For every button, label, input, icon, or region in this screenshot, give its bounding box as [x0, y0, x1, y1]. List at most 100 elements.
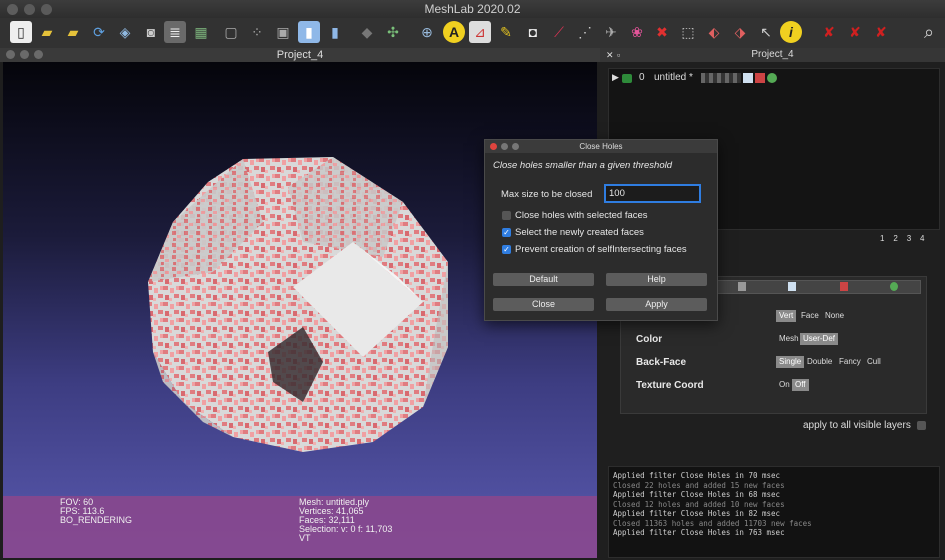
select-connected-icon[interactable]: ⬖ [703, 21, 725, 43]
close-button[interactable]: Close [493, 298, 594, 311]
texture-off-option[interactable]: Off [792, 379, 809, 391]
tab-texture-icon[interactable] [840, 282, 848, 291]
panel-float-icon[interactable]: ▫ [617, 48, 620, 62]
view-1-button[interactable]: 1 [880, 234, 884, 243]
texture-on-option[interactable]: On [776, 379, 793, 391]
log-console[interactable]: Applied filter Close Holes in 70 msec Cl… [608, 466, 940, 558]
dialog-zoom-button[interactable] [512, 143, 519, 150]
layer-texture-icon[interactable] [755, 73, 765, 83]
back-face-cull-option[interactable]: Cull [864, 356, 884, 368]
layer-panel-title-bar: ✕ ▫ Project_4 [600, 48, 945, 62]
texture-coord-label: Texture Coord [636, 380, 704, 391]
layer-color-icon[interactable] [767, 73, 777, 83]
export-icon[interactable]: ◈ [114, 21, 136, 43]
apply-button[interactable]: Apply [606, 298, 707, 311]
raster-icon[interactable]: ▦ [190, 21, 212, 43]
select-new-faces-checkbox[interactable]: ✓ [502, 228, 511, 237]
wireframe-icon[interactable]: ▣ [272, 21, 294, 43]
dialog-title: Close Holes [579, 142, 623, 151]
default-button[interactable]: Default [493, 273, 594, 286]
window-minimize-button[interactable] [24, 4, 35, 15]
dialog-title-bar: Close Holes [485, 140, 717, 153]
search-icon[interactable]: ⌕ [918, 21, 940, 43]
main-toolbar: ▯ ▰ ▰ ⟳ ◈ ◙ ≣ ▦ ▢ ⁘ ▣ ▮ ▮ ◆ ✣ ⊕ A ⊿ ✎ ◘ … [0, 18, 945, 49]
panel-minimize-button[interactable] [20, 50, 29, 59]
clear-selection-vert-icon[interactable]: ✘ [818, 21, 840, 43]
shading-none-option[interactable]: None [822, 310, 847, 322]
new-file-icon[interactable]: ▯ [10, 21, 32, 43]
tab-points-icon[interactable] [738, 282, 746, 291]
layers-icon[interactable]: ≣ [164, 21, 186, 43]
color-mesh-option[interactable]: Mesh [776, 333, 802, 345]
apply-all-checkbox[interactable] [916, 420, 926, 430]
measure-icon[interactable]: ⊿ [469, 21, 491, 43]
paint-icon[interactable]: ⟋ [548, 21, 570, 43]
delete-selection-icon[interactable]: ✖ [651, 21, 673, 43]
layer-row[interactable]: ▶ 0 untitled * [609, 71, 939, 86]
close-selected-label[interactable]: Close holes with selected faces [515, 210, 648, 221]
back-face-single-option[interactable]: Single [776, 356, 805, 368]
flat-shading-icon[interactable]: ▮ [298, 21, 320, 43]
max-size-input[interactable]: 100 [605, 185, 700, 202]
layer-name[interactable]: untitled * [654, 72, 693, 83]
back-face-label: Back-Face [636, 357, 687, 368]
shading-segmented: Vert Face None [776, 310, 856, 322]
layer-index: 0 [639, 72, 645, 83]
info-icon[interactable]: i [780, 21, 802, 43]
select-tool-icon[interactable]: ✈ [600, 21, 622, 43]
camera-icon[interactable]: ◘ [522, 21, 544, 43]
view-2-button[interactable]: 2 [893, 234, 897, 243]
close-selected-checkbox[interactable] [502, 211, 511, 220]
view-4-button[interactable]: 4 [920, 234, 924, 243]
hud-selection: Selection: v: 0 f: 11,703 [299, 524, 393, 534]
clear-selection-face-icon[interactable]: ✘ [844, 21, 866, 43]
clear-selection-all-icon[interactable]: ✘ [870, 21, 892, 43]
select-faces-icon[interactable]: ⬚ [677, 21, 699, 43]
panel-close-icon[interactable]: ✕ [606, 48, 614, 62]
back-face-double-option[interactable]: Double [804, 356, 835, 368]
dialog-close-button[interactable] [490, 143, 497, 150]
color-userdef-option[interactable]: User-Def [800, 333, 839, 345]
window-close-button[interactable] [7, 4, 18, 15]
view-3-button[interactable]: 3 [907, 234, 911, 243]
tab-color-icon[interactable] [890, 282, 898, 291]
annotation-icon[interactable]: A [443, 21, 465, 43]
smooth-shading-icon[interactable]: ▮ [324, 21, 346, 43]
import-mesh-icon[interactable]: ▰ [62, 21, 84, 43]
log-line: Closed 22 holes and added 15 new faces [613, 480, 785, 490]
expand-arrow-icon[interactable]: ▶ [612, 72, 619, 83]
prevent-intersect-checkbox[interactable]: ✓ [502, 245, 511, 254]
align-icon[interactable]: ✎ [495, 21, 517, 43]
visibility-eye-icon[interactable] [622, 74, 632, 83]
select-vertices-icon[interactable]: ⋰ [574, 21, 596, 43]
shading-vert-option[interactable]: Vert [776, 310, 797, 322]
dialog-minimize-button[interactable] [501, 143, 508, 150]
panel-close-button[interactable] [6, 50, 15, 59]
lighting-icon[interactable]: ◆ [356, 21, 378, 43]
log-line: Applied filter Close Holes in 70 msec [613, 471, 781, 480]
window-zoom-button[interactable] [41, 4, 52, 15]
max-size-value: 100 [609, 188, 625, 199]
snapshot-icon[interactable]: ◙ [140, 21, 162, 43]
reload-icon[interactable]: ⟳ [88, 21, 110, 43]
points-icon[interactable]: ⁘ [246, 21, 268, 43]
apply-all-layers-option[interactable]: apply to all visible layers [803, 420, 926, 431]
tab-shading-icon[interactable] [788, 282, 796, 291]
panel-zoom-button[interactable] [34, 50, 43, 59]
help-button[interactable]: Help [606, 273, 707, 286]
layer-shading-icon[interactable] [743, 73, 753, 83]
texture-coord-segmented: On Off [776, 379, 826, 391]
color-paint-icon[interactable]: ❀ [626, 21, 648, 43]
select-point-icon[interactable]: ↖ [755, 21, 777, 43]
project-panel-title: Project_4 [276, 49, 324, 61]
shading-face-option[interactable]: Face [798, 310, 822, 322]
trackball-icon[interactable]: ⊕ [416, 21, 438, 43]
prevent-intersect-label[interactable]: Prevent creation of selfIntersecting fac… [515, 244, 687, 255]
layer-tools-icon[interactable] [701, 73, 741, 83]
select-region-icon[interactable]: ⬗ [729, 21, 751, 43]
bbox-icon[interactable]: ▢ [220, 21, 242, 43]
select-new-faces-label[interactable]: Select the newly created faces [515, 227, 644, 238]
open-folder-icon[interactable]: ▰ [36, 21, 58, 43]
axes-icon[interactable]: ✣ [382, 21, 404, 43]
back-face-fancy-option[interactable]: Fancy [836, 356, 864, 368]
